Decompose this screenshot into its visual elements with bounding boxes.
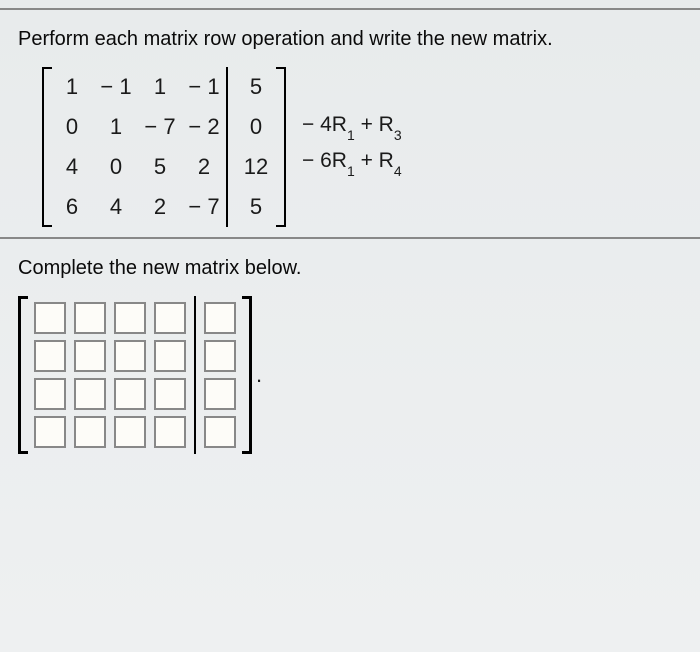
op-text: + R [355, 113, 394, 136]
answer-input[interactable] [114, 378, 146, 410]
instruction-text: Perform each matrix row operation and wr… [18, 28, 682, 51]
given-matrix-section: 1 − 1 1 − 1 0 1 − 7 − 2 4 0 5 2 6 4 2 − … [42, 67, 682, 227]
op-subscript: 4 [394, 163, 402, 179]
matrix-cell: 0 [96, 147, 136, 187]
matrix-cell: − 1 [184, 67, 224, 107]
answer-augmented [198, 296, 242, 454]
matrix-cell: 1 [96, 107, 136, 147]
answer-matrix-section: . [18, 296, 700, 454]
op-text: − 4R [302, 113, 347, 136]
given-matrix: 1 − 1 1 − 1 0 1 − 7 − 2 4 0 5 2 6 4 2 − … [42, 67, 286, 227]
answer-input[interactable] [74, 378, 106, 410]
matrix-augmented: 5 0 12 5 [236, 67, 276, 227]
op-subscript: 1 [347, 127, 355, 143]
matrix-cell: 6 [52, 187, 92, 227]
matrix-cell: 0 [52, 107, 92, 147]
row-operation-2: − 6R1 + R4 [302, 149, 402, 175]
matrix-cell: 4 [52, 147, 92, 187]
answer-input[interactable] [34, 416, 66, 448]
row-operations: − 4R1 + R3 − 6R1 + R4 [302, 113, 402, 181]
matrix-cell: − 2 [184, 107, 224, 147]
answer-input[interactable] [154, 302, 186, 334]
bracket-right [276, 67, 286, 227]
answer-input[interactable] [204, 302, 236, 334]
answer-input[interactable] [114, 302, 146, 334]
answer-input[interactable] [204, 340, 236, 372]
matrix-cell: 2 [184, 147, 224, 187]
answer-input[interactable] [114, 340, 146, 372]
matrix-cell: 0 [236, 107, 276, 147]
complete-instruction: Complete the new matrix below. [0, 249, 700, 296]
answer-input[interactable] [74, 340, 106, 372]
section-divider [0, 237, 700, 239]
op-subscript: 3 [394, 127, 402, 143]
matrix-cell: 12 [236, 147, 276, 187]
matrix-cell: 5 [236, 67, 276, 107]
answer-input[interactable] [154, 378, 186, 410]
answer-coefficients [28, 296, 192, 454]
answer-input[interactable] [74, 416, 106, 448]
answer-input[interactable] [34, 340, 66, 372]
matrix-cell: 1 [140, 67, 180, 107]
matrix-cell: 2 [140, 187, 180, 227]
answer-input[interactable] [154, 340, 186, 372]
bracket-left [42, 67, 52, 227]
matrix-cell: 5 [236, 187, 276, 227]
answer-input[interactable] [114, 416, 146, 448]
op-text: − 6R [302, 149, 347, 172]
op-text: + R [355, 149, 394, 172]
answer-input[interactable] [74, 302, 106, 334]
answer-input[interactable] [34, 302, 66, 334]
row-operation-1: − 4R1 + R3 [302, 113, 402, 139]
matrix-cell: − 7 [140, 107, 180, 147]
answer-input[interactable] [204, 416, 236, 448]
op-subscript: 1 [347, 163, 355, 179]
matrix-cell: 5 [140, 147, 180, 187]
matrix-cell: − 7 [184, 187, 224, 227]
bracket-right [242, 296, 252, 454]
period: . [256, 362, 262, 388]
matrix-cell: − 1 [96, 67, 136, 107]
matrix-cell: 4 [96, 187, 136, 227]
bracket-left [18, 296, 28, 454]
answer-matrix [18, 296, 252, 454]
augment-bar [194, 296, 196, 454]
matrix-cell: 1 [52, 67, 92, 107]
answer-input[interactable] [154, 416, 186, 448]
matrix-coefficients: 1 − 1 1 − 1 0 1 − 7 − 2 4 0 5 2 6 4 2 − … [52, 67, 224, 227]
answer-input[interactable] [34, 378, 66, 410]
answer-input[interactable] [204, 378, 236, 410]
augment-bar [226, 67, 228, 227]
